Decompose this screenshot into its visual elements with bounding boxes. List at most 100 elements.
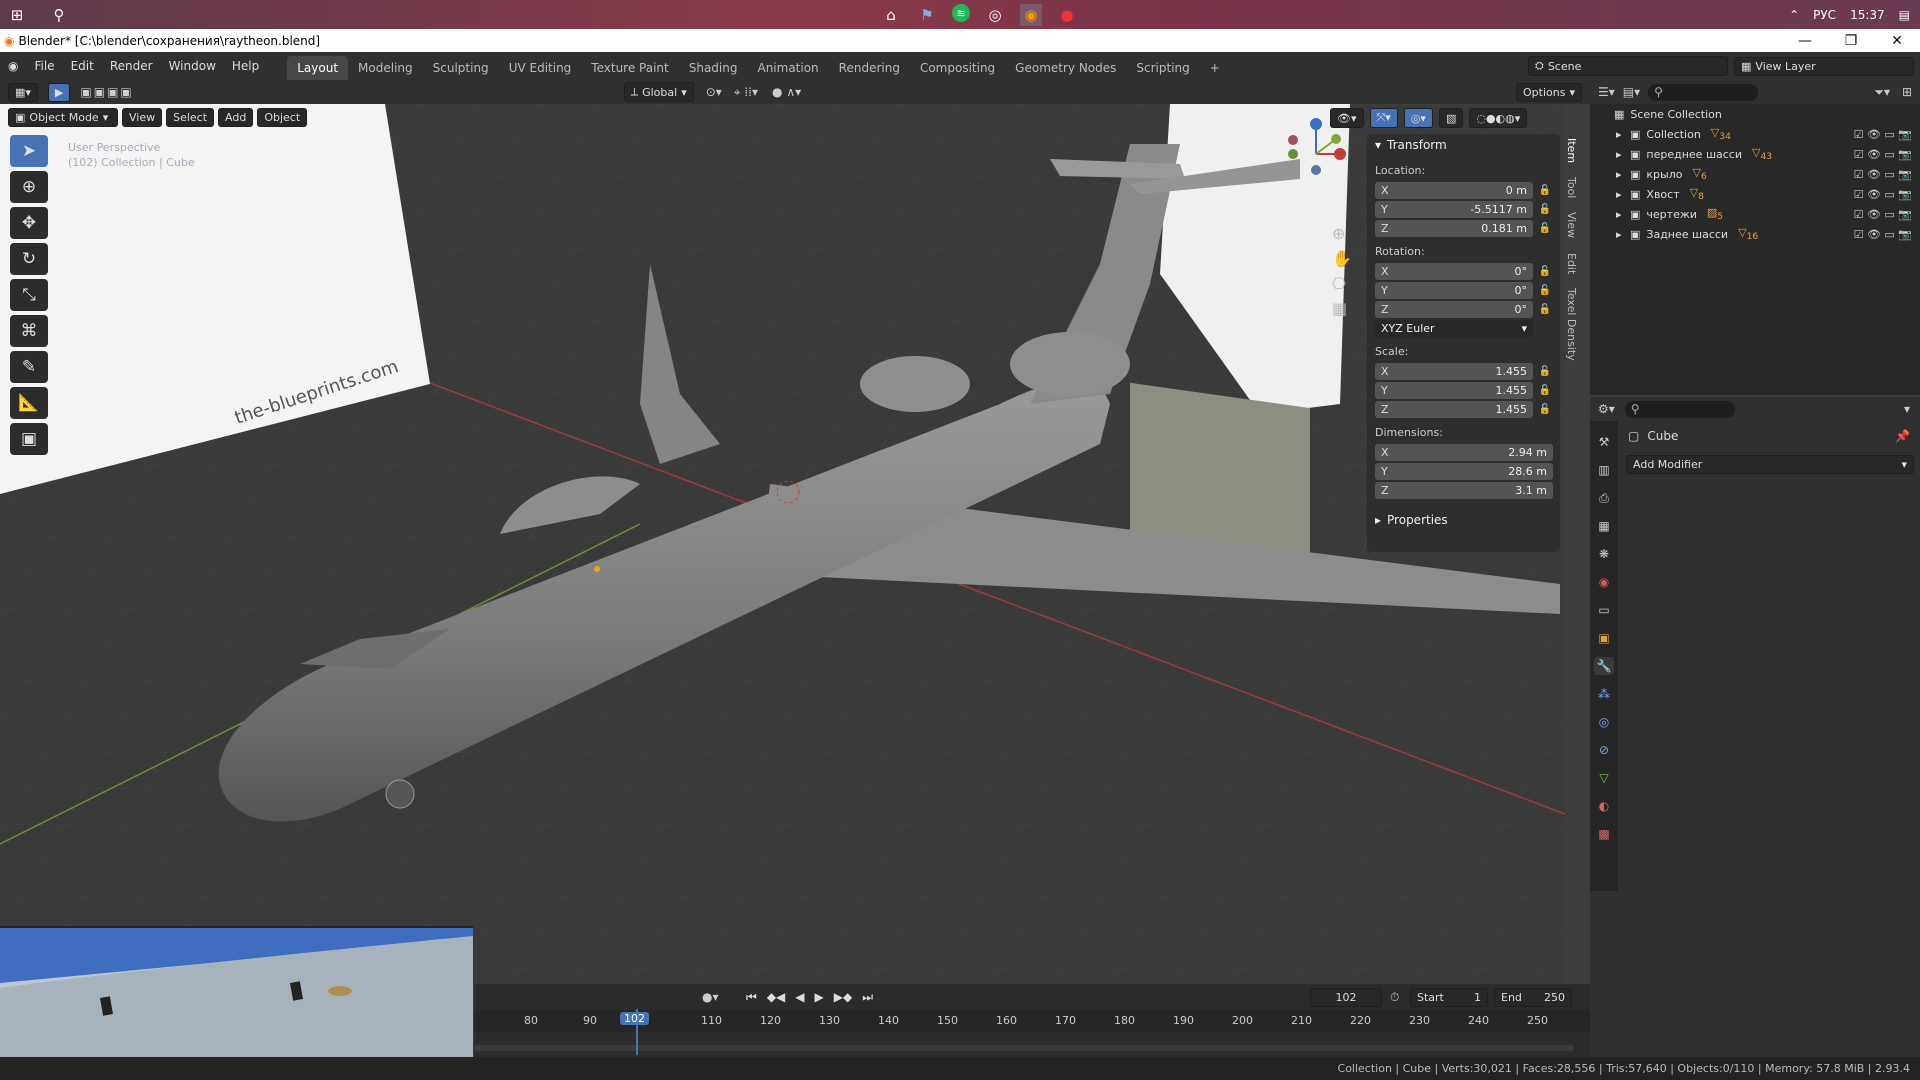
close-button[interactable]: ✕ [1874,29,1920,52]
spotify-icon[interactable]: ≋ [952,4,970,22]
tab-layout[interactable]: Layout [287,56,349,80]
grid-view-icon[interactable]: ▦ [1332,299,1352,318]
xray-toggle-icon[interactable]: ▧ [1438,108,1464,128]
view-layer-tab-icon[interactable]: ▦ [1594,517,1614,535]
modifier-tab-icon[interactable]: 🔧 [1594,657,1614,675]
editor-type-button[interactable]: ▦▾ [8,82,38,102]
lock-icon[interactable]: 🔓 [1537,266,1553,277]
clock[interactable]: 15:37 [1850,8,1885,22]
play-reverse-icon[interactable]: ◀ [795,990,804,1005]
blender-taskbar-icon[interactable]: ◉ [1020,4,1042,26]
current-frame-field[interactable]: 102 [1310,987,1382,1007]
scene-selector[interactable]: ⛭ Scene [1528,56,1728,76]
tab-modeling[interactable]: Modeling [348,56,423,80]
location-y-field[interactable]: Y -5.5117 m [1375,201,1533,218]
menu-file[interactable]: File [26,59,62,73]
pin-icon[interactable]: 📌 [1895,429,1910,443]
start-frame-field[interactable]: Start 1 [1410,987,1488,1007]
playhead-badge[interactable]: 102 [620,1012,649,1025]
location-x-field[interactable]: X 0 m [1375,182,1533,199]
tab-edit[interactable]: Edit [1565,249,1578,278]
snap-icon[interactable]: ⌖ ⁞⁞▾ [734,85,758,100]
material-tab-icon[interactable]: ◐ [1594,797,1614,815]
restore-button[interactable]: ❐ [1828,29,1874,52]
transform-tool-icon[interactable]: ⌘ [10,315,48,347]
search-icon[interactable]: ⚲ [48,4,70,26]
outliner-row[interactable]: ▸ ▣ Заднее шасси ▽16 ☑ 👁 ▭ 📷 [1590,224,1920,244]
app-icon-2[interactable]: ◎ [984,4,1006,26]
outliner-row[interactable]: ▸ ▣ Collection ▽34 ☑ 👁 ▭ 📷 [1590,124,1920,144]
blender-menu-icon[interactable]: ◉ [8,59,18,73]
prev-keyframe-icon[interactable]: ◆◀ [767,990,785,1005]
outliner-row[interactable]: ▸ ▣ Хвост ▽8 ☑ 👁 ▭ 📷 [1590,184,1920,204]
lock-icon[interactable]: 🔓 [1537,285,1553,296]
options-dropdown[interactable]: Options ▾ [1516,82,1582,102]
pivot-icon[interactable]: ⊙▾ [706,85,722,99]
language-indicator[interactable]: РУС [1813,8,1836,22]
add-cube-tool-icon[interactable]: ▣ [10,423,48,455]
outliner-row[interactable]: ▸ ▣ переднее шасси ▽43 ☑ 👁 ▭ 📷 [1590,144,1920,164]
collection-tab-icon[interactable]: ▭ [1594,601,1614,619]
selection-mode-buttons[interactable]: ▣▣▣▣ [80,85,133,99]
data-tab-icon[interactable]: ▽ [1594,769,1614,787]
properties-search-field[interactable]: ⚲ [1624,400,1735,418]
lock-icon[interactable]: 🔓 [1537,185,1553,196]
new-collection-icon[interactable]: ⊞ [1902,85,1912,99]
lock-icon[interactable]: 🔓 [1537,204,1553,215]
lock-icon[interactable]: 🔓 [1537,404,1553,415]
proportional-edit-icon[interactable]: ● ∧▾ [772,85,801,99]
tab-texture-paint[interactable]: Texture Paint [581,56,678,80]
object-tab-icon[interactable]: ▣ [1594,629,1614,647]
visibility-toggles[interactable]: ☑ 👁 ▭ 📷 [1854,168,1912,181]
add-workspace-button[interactable]: + [1200,56,1230,80]
visibility-icon[interactable]: 👁▾ [1330,108,1364,128]
tab-scripting[interactable]: Scripting [1126,56,1199,80]
dimensions-z-field[interactable]: Z 3.1 m [1375,482,1553,499]
cursor-tool-icon[interactable]: ⊕ [10,171,48,203]
object-menu[interactable]: Object [257,108,308,127]
scale-x-field[interactable]: X 1.455 [1375,363,1533,380]
visibility-toggles[interactable]: ☑ 👁 ▭ 📷 [1854,148,1912,161]
transform-orientation-dropdown[interactable]: ⟂ Global ▾ [623,82,694,102]
camera-icon[interactable]: ⎔ [1332,274,1352,293]
rotation-y-field[interactable]: Y 0° [1375,282,1533,299]
lock-icon[interactable]: 🔓 [1537,223,1553,234]
tab-item[interactable]: Item [1565,134,1578,167]
view-menu[interactable]: View [122,108,163,127]
lock-icon[interactable]: 🔓 [1537,385,1553,396]
overlay-toggle-icon[interactable]: ◎▾ [1403,108,1433,128]
chevron-down-icon[interactable]: ▾ [1904,402,1910,416]
world-tab-icon[interactable]: ◉ [1594,573,1614,591]
scale-tool-icon[interactable]: ⤡ [10,279,48,311]
location-z-field[interactable]: Z 0.181 m [1375,220,1533,237]
render-tab-icon[interactable]: ▥ [1594,461,1614,479]
menu-help[interactable]: Help [224,59,267,73]
tab-compositing[interactable]: Compositing [910,56,1005,80]
outliner-search-field[interactable]: ⚲ [1648,83,1759,101]
outliner-scene-collection[interactable]: ▦ Scene Collection [1590,104,1920,124]
physics-tab-icon[interactable]: ◎ [1594,713,1614,731]
tab-view[interactable]: View [1565,208,1578,242]
tab-shading[interactable]: Shading [679,56,748,80]
rotation-x-field[interactable]: X 0° [1375,263,1533,280]
editor-type-icon[interactable]: ☰▾ [1598,85,1615,99]
add-menu[interactable]: Add [218,108,254,127]
keyframe-dot-icon[interactable]: ●▾ [702,990,719,1004]
select-tool-icon[interactable]: ➤ [10,135,48,167]
tab-rendering[interactable]: Rendering [829,56,910,80]
scene-tab-icon[interactable]: ❋ [1594,545,1614,563]
properties-panel-header[interactable]: ▸ Properties [1367,509,1560,531]
notification-icon[interactable]: ▤ [1899,8,1910,22]
shading-mode-icons[interactable]: ◌●◐◍▾ [1469,108,1528,128]
jump-start-icon[interactable]: ⏮ [746,990,757,1005]
gizmo-toggle-icon[interactable]: ⤧▾ [1369,108,1398,128]
view-layer-selector[interactable]: ▦ View Layer [1734,56,1914,76]
output-tab-icon[interactable]: ⎙ [1594,489,1614,507]
windows-start-icon[interactable]: ⊞ [6,4,28,26]
tab-geometry-nodes[interactable]: Geometry Nodes [1005,56,1126,80]
minimize-button[interactable]: — [1782,29,1828,52]
play-icon[interactable]: ▶ [815,990,824,1005]
add-modifier-dropdown[interactable]: Add Modifier ▾ [1626,455,1914,474]
jump-end-icon[interactable]: ⏭ [862,990,873,1005]
visibility-toggles[interactable]: ☑ 👁 ▭ 📷 [1854,208,1912,221]
